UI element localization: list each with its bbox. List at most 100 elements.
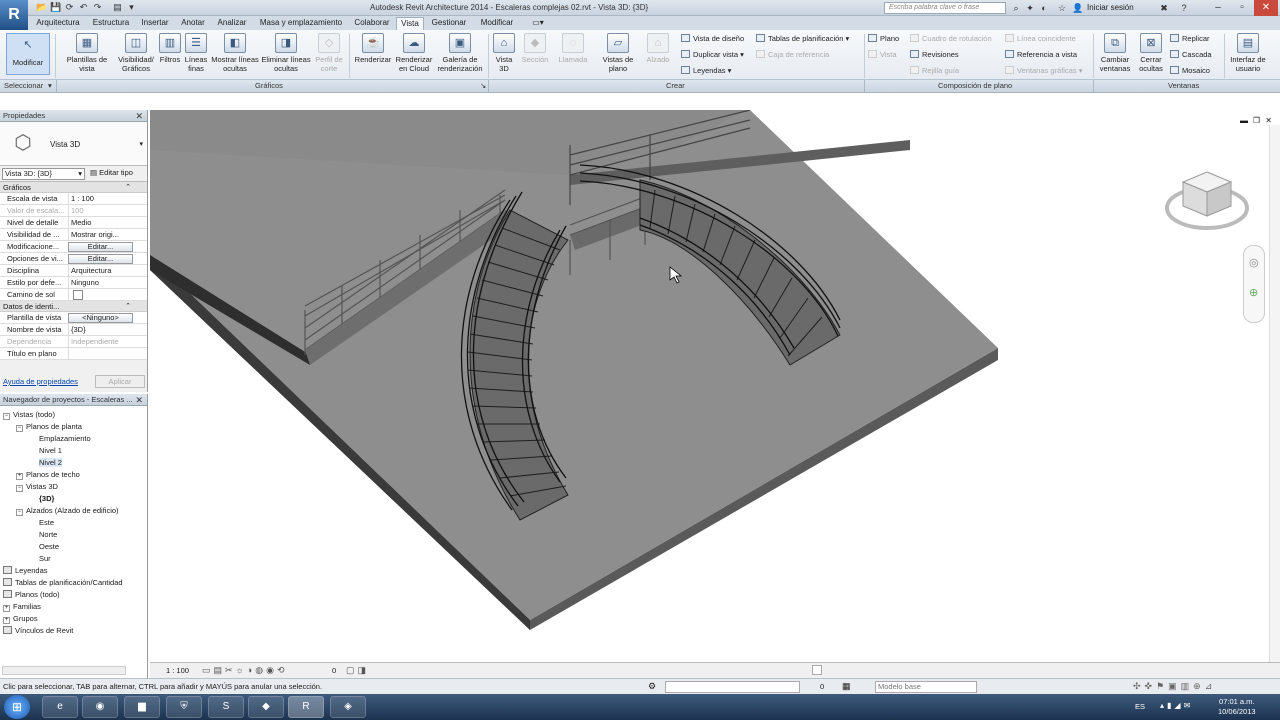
property-row[interactable]: Valor de escala... 100 (0, 205, 147, 217)
start-button[interactable]: ⊞ (4, 695, 30, 719)
show-hidden-lines-button[interactable]: ◧ Mostrar líneas ocultas (210, 33, 260, 73)
skype-icon[interactable]: S (208, 696, 244, 718)
undo-icon[interactable]: ↶ (78, 2, 89, 13)
property-value[interactable]: Ninguno (68, 277, 133, 288)
tree-node[interactable]: Leyendas (3, 566, 48, 576)
collapse-icon[interactable]: ⌃ (125, 182, 131, 193)
tab-arquitectura[interactable]: Arquitectura (30, 17, 86, 30)
search-input[interactable]: Escriba palabra clave o frase (884, 2, 1006, 14)
collapse-icon[interactable]: ⌃ (125, 301, 131, 312)
user-icon[interactable]: 👤 (1072, 2, 1084, 14)
property-row[interactable]: Camino de sol (0, 289, 147, 301)
property-value[interactable]: 1 : 100 (68, 193, 133, 204)
zoom-icon[interactable]: ⊕ (1249, 286, 1258, 299)
property-value[interactable]: {3D} (68, 324, 133, 335)
design-option-select[interactable]: Modelo base (875, 681, 977, 693)
legends-button[interactable]: Leyendas ▾ (681, 66, 731, 76)
tree-node[interactable]: Nivel 1 (29, 446, 62, 456)
expand-icon[interactable]: + (3, 605, 10, 612)
3d-viewport[interactable]: ▬ ❐ ✕ (150, 110, 1280, 662)
tree-node[interactable]: Tablas de planificación/Cantidad (3, 578, 123, 588)
remove-hidden-lines-button[interactable]: ◨ Eliminar líneas ocultas (261, 33, 311, 73)
select-panel-title[interactable]: Seleccionar (4, 81, 43, 90)
property-row[interactable]: Nombre de vista {3D} (0, 324, 147, 336)
filters-button[interactable]: ▥ Filtros (158, 33, 182, 64)
matchline-button[interactable]: Línea coincidente (1005, 34, 1076, 44)
qat-dropdown-icon[interactable]: ▾ (126, 2, 137, 13)
place-view-button[interactable]: Vista (868, 50, 897, 60)
print-icon[interactable]: ▤ (112, 2, 123, 13)
tree-node[interactable]: Este (29, 518, 54, 528)
viewports-button[interactable]: Ventanas gráficas ▾ (1005, 66, 1082, 76)
firefox-icon[interactable]: ◉ (82, 696, 118, 718)
tree-node[interactable]: Oeste (29, 542, 59, 552)
user-interface-button[interactable]: ▤ Interfaz de usuario (1228, 33, 1268, 73)
sync-icon[interactable]: ⟳ (64, 2, 75, 13)
collapse-icon[interactable]: − (16, 485, 23, 492)
tile-button[interactable]: Mosaico (1170, 66, 1210, 76)
scope-box-button[interactable]: Caja de referencia (756, 50, 829, 60)
graphics-settings-icon[interactable]: ↘ (480, 81, 486, 90)
collapse-icon[interactable]: − (16, 425, 23, 432)
drafting-view-button[interactable]: Vista de diseño (681, 34, 744, 44)
help-icon[interactable]: ? (1178, 2, 1190, 14)
revisions-button[interactable]: Revisiones (910, 50, 959, 60)
property-row[interactable]: Modificacione... Editar... (0, 241, 147, 253)
tree-node[interactable]: Norte (29, 530, 57, 540)
view-control-icons-2[interactable]: ▢◨ (346, 665, 369, 676)
steering-wheel-icon[interactable]: ◎ (1249, 256, 1259, 269)
minimize-button[interactable]: – (1206, 0, 1230, 16)
clock[interactable]: 07:01 a.m. 10/06/2013 (1218, 697, 1256, 717)
tree-node[interactable]: − Vistas (todo) (3, 410, 55, 420)
render-gallery-button[interactable]: ▣ Galería de renderización (435, 33, 485, 73)
property-value[interactable] (68, 289, 133, 300)
property-row[interactable]: Escala de vista 1 : 100 (0, 193, 147, 205)
property-value[interactable]: <Ninguno> (68, 313, 133, 323)
sheet-button[interactable]: Plano (868, 34, 899, 44)
tree-node[interactable]: + Familias (3, 602, 41, 612)
tab-colaborar[interactable]: Colaborar (350, 17, 394, 30)
tab-analizar[interactable]: Analizar (212, 17, 252, 30)
schedules-button[interactable]: Tablas de planificación ▾ (756, 34, 849, 44)
property-row[interactable]: Opciones de vi... Editar... (0, 253, 147, 265)
tab-anotar[interactable]: Anotar (176, 17, 210, 30)
switch-windows-button[interactable]: ⧉ Cambiar ventanas (1096, 33, 1134, 73)
property-value[interactable]: Medio (68, 217, 133, 228)
view-templates-button[interactable]: ▦ Plantillas de vista (62, 33, 112, 73)
save-icon[interactable]: 💾 (50, 2, 61, 13)
tab-gestionar[interactable]: Gestionar (428, 17, 470, 30)
tab-modificar[interactable]: Modificar (474, 17, 520, 30)
tree-node[interactable]: Emplazamiento (29, 434, 91, 444)
property-value[interactable]: Editar... (68, 254, 133, 264)
plan-views-button[interactable]: ▱ Vistas de plano (600, 33, 636, 73)
tray-icons[interactable]: ▴▮◢✉ (1160, 701, 1193, 710)
open-icon[interactable]: 📂 (36, 2, 47, 13)
property-row[interactable]: Nivel de detalle Medio (0, 217, 147, 229)
title-block-button[interactable]: Cuadro de rotulación (910, 34, 992, 44)
property-row[interactable]: Estilo por defe... Ninguno (0, 277, 147, 289)
render-button[interactable]: ☕ Renderizar (352, 33, 394, 64)
tab-vista[interactable]: Vista (396, 17, 424, 30)
property-row[interactable]: Dependencia Independiente (0, 336, 147, 348)
workset-select[interactable] (665, 681, 800, 693)
view-3d-button[interactable]: ⌂ Vista 3D (490, 33, 518, 73)
selection-filter-icons[interactable]: ✣✜⚑▣▥⊕⊿ (1133, 681, 1216, 692)
navigation-bar[interactable]: ◎ ⊕ (1243, 245, 1265, 323)
close-icon[interactable]: ✕ (135, 394, 143, 406)
explorer-ie-icon[interactable]: e (42, 696, 78, 718)
recorder-app-icon[interactable]: ◈ (330, 696, 366, 718)
tree-node[interactable]: − Alzados (Alzado de edificio) (16, 506, 119, 516)
tree-node[interactable]: − Vistas 3D (16, 482, 58, 492)
tree-node[interactable]: Planos (todo) (3, 590, 60, 600)
expand-icon[interactable]: + (3, 617, 10, 624)
tree-node[interactable]: + Grupos (3, 614, 38, 624)
properties-help-link[interactable]: Ayuda de propiedades (3, 377, 78, 386)
close-button[interactable]: ✕ (1254, 0, 1278, 16)
sign-in-link[interactable]: Iniciar sesión (1087, 3, 1134, 12)
view-reference-button[interactable]: Referencia a vista (1005, 50, 1077, 60)
close-hidden-button[interactable]: ⊠ Cerrar ocultas (1136, 33, 1166, 73)
apply-button[interactable]: Aplicar (95, 375, 145, 388)
shield-app-icon[interactable]: ⛨ (166, 696, 202, 718)
render-cloud-button[interactable]: ☁ Renderizar en Cloud (394, 33, 434, 73)
cut-profile-button[interactable]: ◇ Perfil de corte (312, 33, 346, 73)
